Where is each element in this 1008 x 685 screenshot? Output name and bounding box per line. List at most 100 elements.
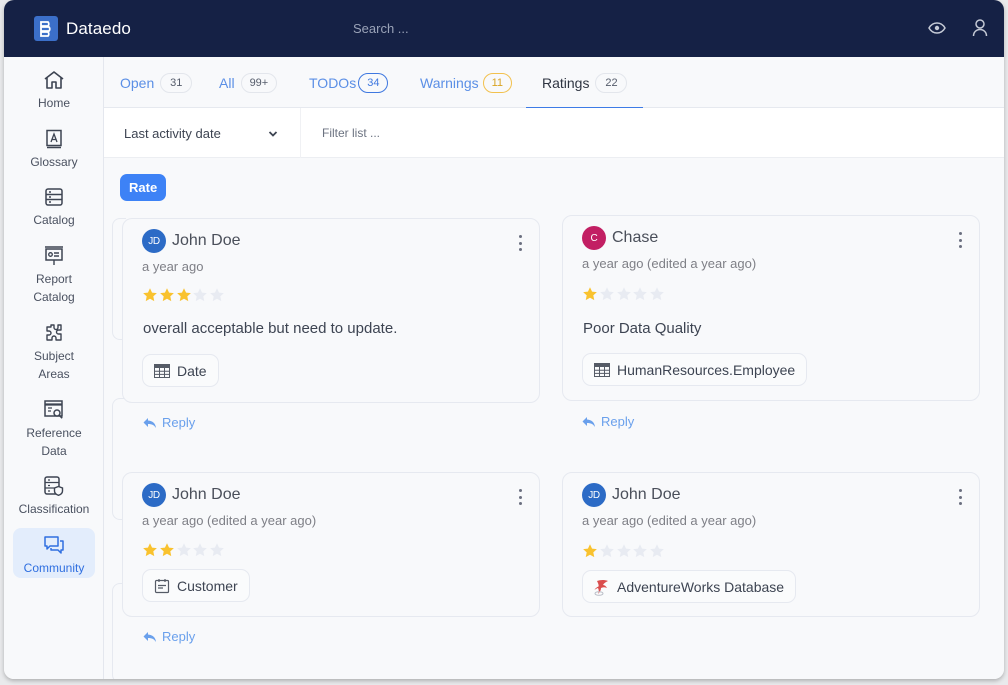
tab-warnings[interactable]: Warnings 11 [420, 57, 513, 108]
more-options-icon[interactable] [517, 235, 523, 251]
sidebar-item-label: Classification [18, 502, 90, 516]
subject-areas-icon [42, 321, 66, 345]
rate-button[interactable]: Rate [120, 174, 167, 201]
filter-list-input[interactable] [322, 120, 922, 146]
app-window: Dataedo Search ... Home Glossary Catalog… [4, 0, 1004, 679]
rating-author: JD John Doe [142, 483, 241, 507]
star-filled-icon [159, 543, 174, 557]
object-link[interactable]: HumanResources.Employee [582, 353, 808, 386]
sidebar: Home Glossary Catalog Report Catalog Sub… [4, 57, 104, 679]
star-empty-icon [210, 543, 225, 557]
object-link[interactable]: AdventureWorks Database [582, 570, 797, 603]
author-name[interactable]: John Doe [172, 486, 241, 504]
reply-icon [142, 630, 158, 644]
reply-button[interactable]: Reply [581, 414, 634, 429]
more-options-icon[interactable] [517, 489, 523, 505]
reply-icon [581, 415, 597, 429]
tab-count-badge: 34 [358, 72, 389, 93]
sidebar-item-reference-data[interactable]: Reference Data [13, 398, 95, 460]
sidebar-item-home[interactable]: Home [13, 68, 95, 112]
sidebar-item-classification[interactable]: Classification [13, 474, 95, 518]
avatar[interactable]: JD [142, 483, 166, 507]
tab-todos[interactable]: TODOs 34 [309, 57, 389, 108]
timestamp: a year ago (edited a year ago) [582, 256, 757, 271]
tab-count-badge: 31 [160, 72, 193, 93]
star-filled-icon [143, 288, 157, 302]
reply-label: Reply [162, 415, 196, 430]
filter-bar: Last activity date [104, 108, 1004, 158]
chevron-down-icon [268, 126, 278, 141]
tab-bar: Open 31 All 99+ TODOs 34 Warnings 11 Rat… [104, 57, 1004, 109]
tab-open[interactable]: Open 31 [120, 57, 193, 108]
star-empty-icon [650, 544, 665, 558]
reply-icon [142, 416, 158, 430]
dataedo-logo-icon [34, 16, 58, 41]
sidebar-item-label: Catalog [33, 213, 75, 227]
sidebar-item-catalog[interactable]: Catalog [13, 185, 95, 229]
tab-label: Open [120, 74, 155, 91]
sidebar-item-subject-areas[interactable]: Subject Areas [13, 321, 95, 383]
timestamp: a year ago [142, 259, 204, 274]
star-empty-icon [616, 544, 631, 558]
tab-label: TODOs [309, 74, 357, 91]
tab-label: Ratings [542, 74, 590, 91]
avatar[interactable]: JD [142, 229, 166, 253]
more-options-icon[interactable] [957, 489, 963, 505]
user-icon[interactable] [970, 18, 990, 38]
star-empty-icon [633, 287, 648, 301]
rating-comment: overall acceptable but need to update. [143, 320, 398, 337]
rating-card: JD John Doe a year ago overall acceptabl… [122, 218, 540, 403]
tab-count-badge: 11 [482, 72, 513, 93]
report-catalog-icon [42, 244, 66, 268]
star-empty-icon [193, 543, 208, 557]
sort-dropdown[interactable]: Last activity date [124, 108, 284, 158]
eye-icon[interactable] [927, 18, 947, 38]
star-empty-icon [616, 287, 631, 301]
sidebar-item-label: Glossary [30, 155, 78, 169]
object-link[interactable]: Customer [142, 569, 250, 602]
sidebar-item-label: Home [37, 96, 70, 110]
tab-ratings[interactable]: Ratings 22 [525, 57, 645, 109]
sidebar-item-community[interactable]: Community [13, 528, 95, 578]
divider [300, 108, 301, 158]
star-rating [582, 543, 666, 559]
star-empty-icon [176, 543, 191, 557]
more-options-icon[interactable] [957, 232, 963, 248]
object-name: Customer [177, 577, 238, 594]
rating-author: C Chase [582, 226, 658, 250]
tab-label: Warnings [420, 74, 479, 91]
app-name: Dataedo [66, 18, 131, 38]
reply-button[interactable]: Reply [142, 629, 195, 644]
top-bar: Dataedo Search ... [4, 0, 1004, 57]
star-filled-icon [159, 288, 174, 302]
global-search[interactable]: Search ... [353, 21, 409, 36]
avatar[interactable]: JD [582, 483, 606, 507]
author-name[interactable]: John Doe [172, 232, 241, 250]
glossary-icon [42, 127, 66, 151]
rating-card: JD John Doe a year ago (edited a year ag… [122, 472, 540, 617]
table-icon [594, 362, 610, 378]
sidebar-item-label: Subject Areas [33, 349, 75, 381]
object-link[interactable]: Date [142, 354, 219, 387]
star-filled-icon [583, 287, 597, 301]
sidebar-item-label: Reference Data [26, 426, 82, 458]
author-name[interactable]: John Doe [612, 486, 681, 504]
sidebar-item-label: Community [23, 561, 85, 575]
tab-all[interactable]: All 99+ [219, 57, 278, 108]
star-empty-icon [210, 288, 225, 302]
star-empty-icon [599, 287, 614, 301]
star-rating [142, 542, 226, 558]
reply-button[interactable]: Reply [142, 415, 195, 430]
avatar[interactable]: C [582, 226, 606, 250]
rating-card: JD John Doe a year ago (edited a year ag… [562, 472, 980, 617]
rating-author: JD John Doe [142, 229, 241, 253]
rating-comment: Poor Data Quality [583, 320, 702, 337]
tab-count-badge: 99+ [240, 72, 278, 93]
logo[interactable]: Dataedo [34, 16, 131, 41]
community-icon [42, 533, 66, 557]
sidebar-item-glossary[interactable]: Glossary [13, 127, 95, 171]
catalog-icon [42, 185, 66, 209]
sidebar-item-report-catalog[interactable]: Report Catalog [13, 244, 95, 306]
timestamp: a year ago (edited a year ago) [582, 513, 757, 528]
author-name[interactable]: Chase [612, 229, 658, 247]
